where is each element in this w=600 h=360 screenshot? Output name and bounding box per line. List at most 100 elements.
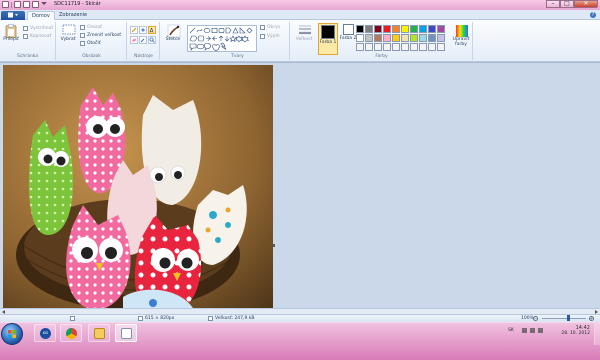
chrome-icon [66, 328, 77, 339]
palette-swatch[interactable] [374, 43, 382, 51]
window-title: SDC11719 - Skicár [54, 1, 101, 7]
color1-button[interactable]: Farba 1 [318, 23, 338, 55]
palette-swatch[interactable] [437, 25, 445, 33]
undo-icon[interactable] [23, 1, 30, 8]
eraser-icon[interactable] [130, 36, 138, 44]
taskbar-explorer-app[interactable] [88, 324, 110, 342]
fill-bucket-icon[interactable] [139, 26, 147, 34]
paint-app-icon[interactable] [2, 1, 9, 8]
ribbon-tabs: Domov Zobrazenie ? [0, 10, 600, 20]
copy-button[interactable]: Kopírovať [23, 34, 51, 39]
palette-swatch[interactable] [437, 43, 445, 51]
edit-colors-icon [455, 24, 468, 37]
palette-swatch[interactable] [392, 34, 400, 42]
help-icon[interactable]: ? [590, 12, 596, 18]
crop-button[interactable]: Orezať [80, 25, 102, 30]
shapes-gallery[interactable] [187, 25, 257, 52]
palette-swatch[interactable] [428, 43, 436, 51]
palette-swatch[interactable] [392, 25, 400, 33]
palette-swatch[interactable] [365, 25, 373, 33]
volume-icon[interactable] [538, 328, 543, 333]
palette-swatch[interactable] [392, 43, 400, 51]
zoom-slider[interactable] [542, 318, 586, 319]
resize-button[interactable]: Zmeniť veľkosť [80, 33, 121, 38]
palette-swatch[interactable] [365, 43, 373, 51]
palette-swatch[interactable] [383, 43, 391, 51]
palette-swatch[interactable] [383, 25, 391, 33]
tray-arrow-icon[interactable] [522, 328, 527, 333]
palette-swatch[interactable] [383, 34, 391, 42]
palette-swatch[interactable] [356, 43, 364, 51]
palette-swatch[interactable] [428, 34, 436, 42]
palette-swatch[interactable] [437, 34, 445, 42]
tab-zobrazenie[interactable]: Zobrazenie [55, 11, 91, 20]
palette-swatch[interactable] [419, 25, 427, 33]
pencil-icon[interactable] [130, 26, 138, 34]
canvas-resize-handle[interactable] [273, 244, 275, 247]
show-desktop-button[interactable] [594, 323, 600, 345]
palette-swatch[interactable] [401, 25, 409, 33]
close-button[interactable]: ✕ [574, 0, 598, 8]
paste-button[interactable]: Prilepiť [2, 24, 20, 42]
palette-swatch[interactable] [401, 43, 409, 51]
taskbar-paint-app[interactable] [115, 324, 137, 342]
select-button[interactable]: Vybrať [59, 24, 77, 42]
canvas-image[interactable] [3, 65, 273, 308]
canvas-workspace[interactable] [0, 62, 600, 308]
palette-swatch[interactable] [365, 34, 373, 42]
save-icon[interactable] [14, 1, 21, 8]
folder-icon [94, 328, 105, 339]
palette-swatch[interactable] [419, 43, 427, 51]
palette-swatch[interactable] [356, 25, 364, 33]
color-picker-icon[interactable] [139, 36, 147, 44]
file-menu-icon [8, 12, 18, 18]
file-size-text: Veľkosť: 247,9 kB [215, 316, 255, 321]
color2-button[interactable]: Farba 2 [339, 24, 357, 41]
file-menu-button[interactable] [1, 11, 25, 20]
file-size: Veľkosť: 247,9 kB [208, 316, 254, 321]
dimensions-text: 615 × 820px [145, 316, 175, 321]
taskbar-chrome-app[interactable] [60, 324, 82, 342]
minimize-button[interactable]: – [546, 0, 560, 8]
palette-swatch[interactable] [410, 34, 418, 42]
palette-swatch[interactable] [410, 25, 418, 33]
magnifier-icon[interactable] [148, 36, 156, 44]
palette-swatch[interactable] [428, 25, 436, 33]
tools-group: A Nástroje [128, 22, 160, 60]
palette-swatch[interactable] [419, 34, 427, 42]
color2-swatch [342, 24, 354, 35]
network-icon[interactable] [530, 328, 535, 333]
shape-fill-dropdown[interactable]: Výplň [260, 34, 280, 39]
cut-label: Vystrihnúť [30, 26, 54, 31]
size-button[interactable]: Veľkosť [293, 24, 315, 42]
tab-domov[interactable]: Domov [27, 11, 55, 20]
clock[interactable]: 14:42 28. 10. 2012 [561, 325, 590, 336]
color1-swatch [321, 25, 335, 39]
zoom-out-icon[interactable]: – [533, 316, 538, 321]
shape-outline-dropdown[interactable]: Obrys [260, 25, 280, 30]
edit-colors-button[interactable]: Upraviť farby [451, 24, 471, 47]
language-indicator[interactable]: SK [508, 328, 514, 333]
start-button[interactable] [1, 323, 23, 345]
brushes-button[interactable]: Štetce [163, 24, 183, 42]
clipboard-group-label: Schránka [17, 54, 38, 59]
palette-swatch[interactable] [410, 43, 418, 51]
svg-text:A: A [150, 28, 155, 34]
palette-swatch[interactable] [374, 25, 382, 33]
title-bar: SDC11719 - Skicár – □ ✕ [0, 0, 600, 10]
color2-label: Farba 2 [339, 36, 357, 41]
color-palette [356, 25, 445, 51]
clipboard-icon [5, 24, 17, 38]
text-tool-icon[interactable]: A [148, 26, 156, 35]
cut-button[interactable]: Vystrihnúť [23, 26, 53, 31]
redo-icon[interactable] [32, 1, 39, 8]
maximize-button[interactable]: □ [560, 0, 574, 8]
rotate-button[interactable]: Otočiť [80, 41, 101, 46]
palette-swatch[interactable] [356, 34, 364, 42]
zoom-in-icon[interactable]: + [589, 316, 594, 321]
taskbar-kis-app[interactable]: KIS [34, 324, 56, 342]
qat-customize-icon[interactable] [41, 2, 47, 7]
palette-swatch[interactable] [401, 34, 409, 42]
zoom-slider-thumb[interactable] [567, 315, 570, 321]
palette-swatch[interactable] [374, 34, 382, 42]
